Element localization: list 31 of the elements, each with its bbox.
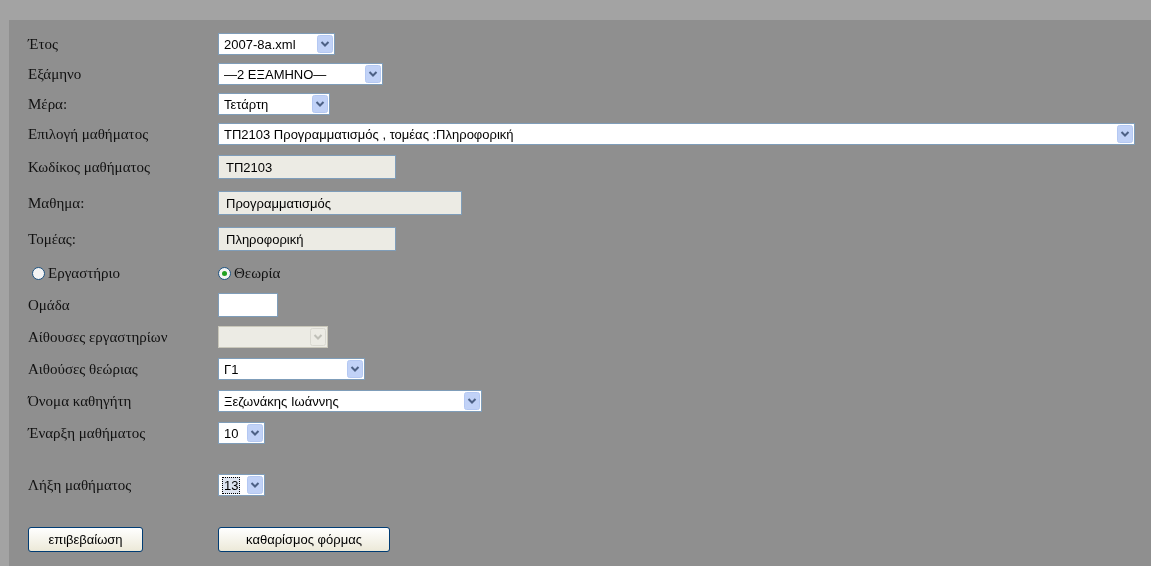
field-label: Τομέας: (28, 230, 77, 248)
field-label: Επιλογή μαθήματος (28, 125, 150, 143)
dropdown[interactable]: 2007-8a.xml (218, 33, 335, 55)
radio-button[interactable] (218, 266, 231, 280)
field-label: Μαθημα: (28, 194, 86, 212)
dropdown[interactable]: Ξεζωνάκης Ιωάννης (218, 390, 482, 412)
radio-button[interactable] (32, 266, 45, 280)
field-label: Λήξη μαθήματος (28, 476, 133, 494)
field-label: Κωδίκος μαθήματος (28, 158, 151, 176)
dropdown[interactable]: 13 (218, 474, 265, 496)
field-label: Έτος (28, 35, 59, 53)
field-label: Ομάδα (28, 296, 71, 314)
field-label: Αιθούσες θεώριας (28, 360, 139, 378)
field-label: Όνομα καθηγήτη (28, 392, 133, 410)
form-button[interactable]: επιβεβαίωση (28, 527, 143, 552)
text-field[interactable]: Προγραμματισμός (218, 191, 462, 215)
text-field[interactable]: ΤΠ2103 (218, 155, 396, 179)
form-button[interactable]: καθαρίσμος φόρμας (218, 527, 390, 552)
text-field[interactable]: Πληροφορική (218, 227, 396, 251)
dropdown[interactable]: Τετάρτη (218, 93, 330, 115)
dropdown[interactable]: Γ1 (218, 358, 365, 380)
radio-label: Εργαστήριο (48, 264, 121, 282)
text-field[interactable] (218, 293, 278, 317)
field-label: Μέρα: (28, 95, 69, 113)
radio-label: Θεωρία (234, 264, 281, 282)
field-label: Έναρξη μαθήματος (28, 424, 147, 442)
dropdown[interactable]: 10 (218, 422, 265, 444)
dropdown[interactable]: —2 ΕΞΑΜΗΝΟ— (218, 63, 383, 85)
dropdown[interactable]: ΤΠ2103 Προγραμματισμός , τομέας :Πληροφορική (218, 123, 1135, 145)
field-label: Αίθουσες εργαστηρίων (28, 328, 169, 346)
field-label: Εξάμηνο (28, 65, 83, 83)
